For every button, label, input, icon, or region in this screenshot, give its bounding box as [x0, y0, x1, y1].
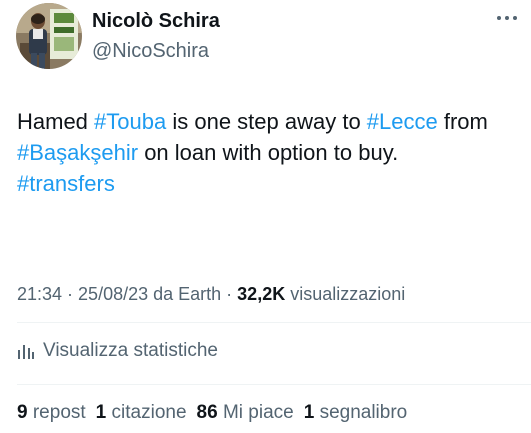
tweet-time[interactable]: 21:34	[17, 284, 62, 304]
separator: ·	[221, 284, 238, 304]
hashtag-link[interactable]: #transfers	[17, 171, 115, 196]
view-stats-button[interactable]: Visualizza statistiche	[17, 340, 218, 362]
hashtag-link[interactable]: #Touba	[94, 109, 166, 134]
tweet-meta: 21:34 · 25/08/23 da Earth · 32,2K visual…	[17, 284, 405, 305]
tweet-text-segment: from	[437, 109, 488, 134]
tweet-source: da Earth	[148, 284, 222, 304]
reposts-link[interactable]: 9 repost	[17, 402, 86, 423]
likes-count: 86	[196, 402, 218, 423]
quotes-label: citazione	[111, 402, 187, 423]
bookmarks-link[interactable]: 1 segnalibro	[304, 402, 408, 423]
quotes-link[interactable]: 1 citazione	[96, 402, 187, 423]
hashtag-link[interactable]: #Lecce	[367, 109, 438, 134]
quotes-count: 1	[95, 402, 107, 423]
tweet-date[interactable]: 25/08/23	[78, 284, 148, 304]
engagement-row: 9 repost 1 citazione 86 Mi piace 1 segnalib…	[17, 402, 417, 424]
divider	[17, 384, 531, 385]
handle[interactable]: @NicoSchira	[92, 40, 209, 63]
tweet: Nicolò Schira @NicoSchira Hamed #Touba i…	[0, 0, 531, 433]
separator: ·	[62, 284, 79, 304]
hashtag-link[interactable]: #Başakşehir	[17, 140, 138, 165]
tweet-text-segment: is one step away to	[166, 109, 367, 134]
bookmarks-count: 1	[303, 402, 315, 423]
views-count: 32,2K	[237, 284, 286, 304]
display-name[interactable]: Nicolò Schira	[92, 10, 220, 33]
avatar[interactable]	[16, 3, 82, 69]
tweet-text-segment: on loan with option to buy.	[138, 140, 399, 165]
view-stats-label: Visualizza statistiche	[43, 340, 218, 361]
tweet-text-segment: Hamed	[17, 109, 95, 134]
reposts-count: 9	[17, 402, 28, 423]
likes-label: Mi piace	[222, 402, 294, 423]
reposts-label: repost	[32, 402, 86, 423]
likes-link[interactable]: 86 Mi piace	[197, 402, 294, 423]
divider	[17, 322, 531, 323]
views-label: visualizzazioni	[285, 284, 406, 304]
avatar-image	[16, 3, 82, 69]
tweet-text: Hamed #Touba is one step away to #Lecce …	[17, 106, 517, 199]
bookmarks-label: segnalibro	[319, 402, 408, 423]
more-dots-icon[interactable]	[495, 10, 519, 26]
bar-chart-icon	[18, 345, 34, 359]
